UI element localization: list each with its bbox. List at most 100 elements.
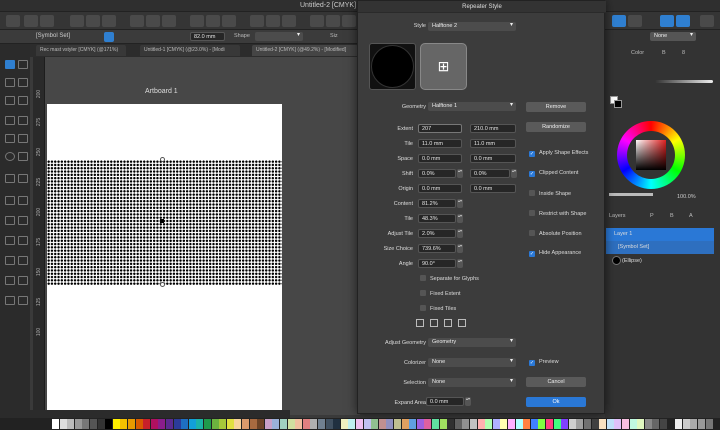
- layer-row[interactable]: (Ellipse): [606, 255, 714, 268]
- color-square[interactable]: [636, 140, 666, 170]
- palette-swatch[interactable]: [173, 419, 181, 429]
- preview-checkbox[interactable]: ✓ Preview: [529, 359, 559, 366]
- palette-swatch[interactable]: [74, 419, 82, 429]
- text-tool-icon[interactable]: [5, 174, 15, 183]
- palette-swatch[interactable]: [363, 419, 371, 429]
- palette-swatch[interactable]: [318, 419, 325, 429]
- palette-swatch[interactable]: [447, 419, 455, 429]
- palette-swatch[interactable]: [667, 419, 675, 429]
- group-icon[interactable]: [266, 15, 280, 27]
- ok-button[interactable]: Ok: [526, 397, 586, 407]
- panel-toggle-icon[interactable]: [660, 15, 674, 27]
- hand-tool-icon[interactable]: [18, 256, 28, 265]
- tile-percent-stepper[interactable]: ▴▾: [457, 214, 463, 223]
- palette-swatch[interactable]: [196, 419, 204, 429]
- palette-swatch[interactable]: [576, 419, 584, 429]
- palette-swatch[interactable]: [67, 419, 75, 429]
- palette-swatch[interactable]: [97, 419, 105, 429]
- palette-swatch[interactable]: [226, 419, 234, 429]
- node-tool-icon[interactable]: [18, 60, 28, 69]
- opacity-track[interactable]: [609, 193, 653, 196]
- pen-tool-icon[interactable]: [5, 96, 15, 105]
- tab-a[interactable]: A: [689, 213, 693, 219]
- transform-toggle-icon[interactable]: [104, 32, 114, 42]
- shift-y-field[interactable]: 0.0%: [470, 169, 510, 178]
- tile-percent-field[interactable]: 48.3%: [418, 214, 456, 223]
- zoom-icon[interactable]: [342, 15, 356, 27]
- palette-swatch[interactable]: [280, 419, 287, 429]
- apply-shape-effects-checkbox[interactable]: ✓ Apply Shape Effects: [529, 150, 588, 157]
- eyedropper-tool-icon[interactable]: [5, 276, 15, 285]
- palette-swatch[interactable]: [181, 419, 189, 429]
- palette-swatch[interactable]: [424, 419, 432, 429]
- selection-handle[interactable]: [160, 282, 165, 287]
- view-icon[interactable]: [310, 15, 324, 27]
- pencil-tool-icon[interactable]: [18, 96, 28, 105]
- persona-icon[interactable]: [612, 15, 626, 27]
- palette-swatch[interactable]: [371, 419, 379, 429]
- selection-handle[interactable]: [160, 157, 165, 162]
- shift-y-stepper[interactable]: ▴▾: [511, 169, 517, 178]
- colorizer-select[interactable]: None: [428, 358, 516, 367]
- palette-swatch[interactable]: [112, 419, 120, 429]
- palette-swatch[interactable]: [485, 419, 493, 429]
- palette-swatch[interactable]: [82, 419, 90, 429]
- palette-swatch[interactable]: [515, 419, 523, 429]
- palette-swatch[interactable]: [538, 419, 546, 429]
- shift-x-stepper[interactable]: ▴▾: [457, 169, 463, 178]
- palette-swatch[interactable]: [500, 419, 508, 429]
- corner-tool-icon[interactable]: [18, 78, 28, 87]
- export-icon[interactable]: [628, 15, 642, 27]
- palette-swatch[interactable]: [637, 419, 645, 429]
- content-field[interactable]: 81.2%: [418, 199, 456, 208]
- palette-swatch[interactable]: [143, 419, 151, 429]
- angle-stepper[interactable]: ▴▾: [457, 259, 463, 268]
- adjust-tile-stepper[interactable]: ▴▾: [457, 229, 463, 238]
- tab-p[interactable]: P: [650, 213, 654, 219]
- layer-row[interactable]: Layer 1: [606, 228, 714, 241]
- tab-doc-2[interactable]: Untitled-1 [CMYK] (@23.0%) - [Modi: [140, 45, 240, 56]
- style-select[interactable]: Halftone 2: [428, 22, 516, 31]
- expand-area-field[interactable]: 0.0 mm: [426, 397, 464, 406]
- lock-icon[interactable]: [282, 15, 296, 27]
- combine-icon[interactable]: [206, 15, 220, 27]
- palette-swatch[interactable]: [401, 419, 409, 429]
- move-tool-icon[interactable]: [6, 15, 20, 27]
- rotation-field[interactable]: 82.0 mm: [190, 32, 225, 41]
- palette-swatch[interactable]: [242, 419, 249, 429]
- crop-tool-icon[interactable]: [5, 216, 15, 225]
- palette-swatch[interactable]: [629, 419, 637, 429]
- size-choice-stepper[interactable]: ▴▾: [457, 244, 463, 253]
- halftone-symbol-set[interactable]: [47, 160, 282, 285]
- palette-swatch[interactable]: [553, 419, 561, 429]
- center-handle[interactable]: [160, 219, 164, 223]
- extent-y-field[interactable]: 210.0 mm: [470, 124, 516, 133]
- preset-thumbnail[interactable]: [369, 43, 416, 90]
- palette-swatch[interactable]: [546, 419, 553, 429]
- tab-color[interactable]: Color: [631, 50, 644, 56]
- palette-swatch[interactable]: [675, 419, 683, 429]
- palette-swatch[interactable]: [264, 419, 272, 429]
- add-preset-button[interactable]: ⊞: [420, 43, 467, 90]
- divide-icon[interactable]: [222, 15, 236, 27]
- palette-swatch[interactable]: [682, 419, 690, 429]
- palette-swatch[interactable]: [325, 419, 333, 429]
- palette-swatch[interactable]: [568, 419, 576, 429]
- palette-swatch[interactable]: [591, 419, 599, 429]
- symmetry-tool-icon[interactable]: [18, 276, 28, 285]
- palette-swatch[interactable]: [204, 419, 211, 429]
- palette-swatch[interactable]: [394, 419, 401, 429]
- studio-icon[interactable]: [676, 15, 690, 27]
- space-y-field[interactable]: 0.0 mm: [470, 154, 516, 163]
- palette-swatch[interactable]: [439, 419, 447, 429]
- palette-swatch[interactable]: [272, 419, 280, 429]
- palette-swatch[interactable]: [454, 419, 462, 429]
- palette-swatch[interactable]: [287, 419, 295, 429]
- zoom-tool-icon[interactable]: [5, 256, 15, 265]
- palette-swatch[interactable]: [660, 419, 667, 429]
- palette-swatch[interactable]: [492, 419, 500, 429]
- arrange-icon[interactable]: [250, 15, 264, 27]
- palette-swatch[interactable]: [135, 419, 143, 429]
- angle-field[interactable]: 90.0°: [418, 259, 456, 268]
- tab-layers[interactable]: Layers: [609, 213, 626, 219]
